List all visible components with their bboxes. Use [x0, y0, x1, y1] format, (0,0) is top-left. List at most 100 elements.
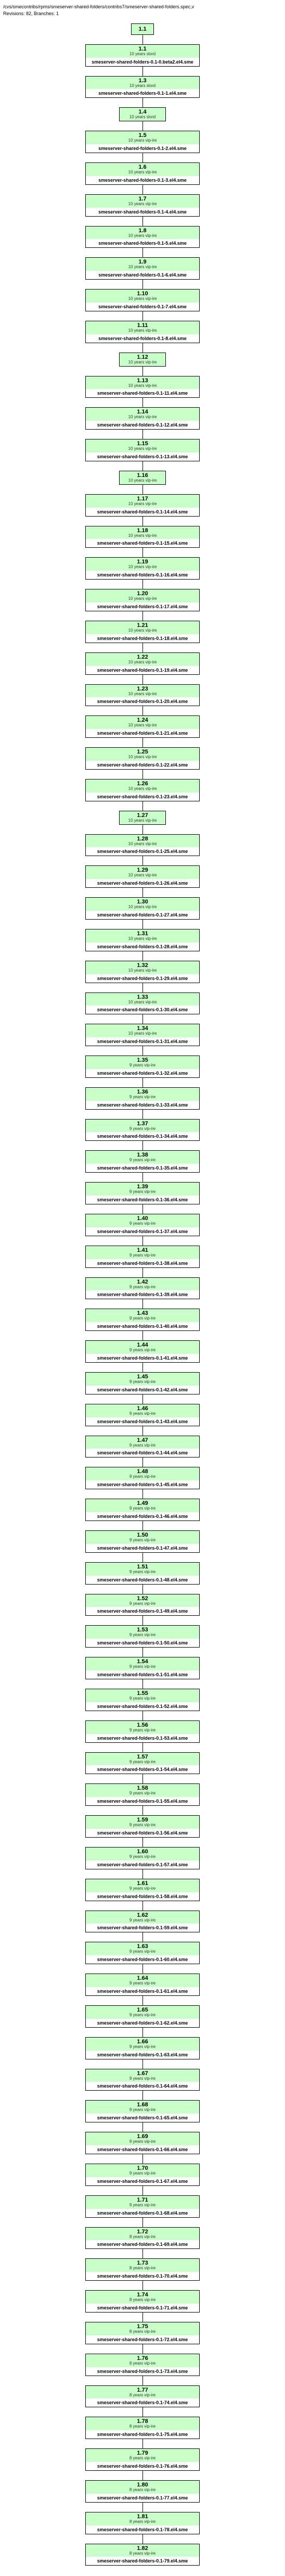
root-node-group: 1.1 [131, 23, 154, 35]
revision-node[interactable]: 1.1610 years vip-ire [119, 471, 166, 485]
revision-node[interactable]: 1.3110 years vip-iresmeserver-shared-fol… [85, 929, 200, 951]
revision-node[interactable]: 1.1910 years vip-iresmeserver-shared-fol… [85, 557, 200, 580]
revision-node[interactable]: 1.659 years vip-iresmeserver-shared-fold… [85, 2005, 200, 2028]
revision-node[interactable]: 1.369 years vip-iresmeserver-shared-fold… [85, 1087, 200, 1110]
revision-node[interactable]: 1.808 years vip-iresmeserver-shared-fold… [85, 2480, 200, 2503]
revision-node[interactable]: 1.810 years vip-iresmeserver-shared-fold… [85, 226, 200, 248]
revision-node[interactable]: 1.459 years vip-iresmeserver-shared-fold… [85, 1372, 200, 1394]
revision-node[interactable]: 1.649 years vip-iresmeserver-shared-fold… [85, 1974, 200, 1996]
revision-node[interactable]: 1.469 years vip-iresmeserver-shared-fold… [85, 1404, 200, 1426]
revision-date: 9 years vip-ire [86, 1602, 199, 1607]
revision-node[interactable]: 1.2410 years vip-iresmeserver-shared-fol… [85, 715, 200, 738]
revision-node[interactable]: 1.579 years vip-iresmeserver-shared-fold… [85, 1752, 200, 1775]
revision-node[interactable]: 1.768 years vip-iresmeserver-shared-fold… [85, 2354, 200, 2376]
revision-node[interactable]: 1.758 years vip-iresmeserver-shared-fold… [85, 2322, 200, 2344]
revision-node[interactable]: 1.778 years vip-iresmeserver-shared-fold… [85, 2385, 200, 2408]
revision-node[interactable]: 1.499 years vip-iresmeserver-shared-fold… [85, 1499, 200, 1521]
revision-node[interactable]: 1.509 years vip-iresmeserver-shared-fold… [85, 1530, 200, 1553]
revision-node[interactable]: 1.359 years vip-iresmeserver-shared-fold… [85, 1055, 200, 1078]
revision-node[interactable]: 1.449 years vip-iresmeserver-shared-fold… [85, 1340, 200, 1363]
revision-node[interactable]: 1.110 years slordsmeserver-shared-folder… [85, 44, 200, 67]
revision-node[interactable]: 1.3010 years vip-iresmeserver-shared-fol… [85, 897, 200, 920]
revision-node[interactable]: 1.798 years vip-iresmeserver-shared-fold… [85, 2448, 200, 2471]
connector [142, 2439, 143, 2448]
revision-node[interactable]: 1.828 years vip-iresmeserver-shared-fold… [85, 2544, 200, 2566]
revision-node-group: 1.3110 years vip-iresmeserver-shared-fol… [85, 929, 200, 951]
revision-node[interactable]: 1.1010 years vip-iresmeserver-shared-fol… [85, 289, 200, 311]
revision-node-group: 1.410 years slord [119, 107, 166, 121]
revision-node[interactable]: 1.310 years slordsmeserver-shared-folder… [85, 76, 200, 98]
revision-node[interactable]: 1.719 years vip-iresmeserver-shared-fold… [85, 2195, 200, 2218]
revision-node[interactable]: 1.2910 years vip-iresmeserver-shared-fol… [85, 865, 200, 888]
revision-node[interactable]: 1.479 years vip-iresmeserver-shared-fold… [85, 1436, 200, 1458]
revision-node[interactable]: 1.559 years vip-iresmeserver-shared-fold… [85, 1689, 200, 1711]
revision-node[interactable]: 1.2210 years vip-iresmeserver-shared-fol… [85, 652, 200, 675]
revision-node-group: 1.519 years vip-iresmeserver-shared-fold… [85, 1562, 200, 1585]
revision-node[interactable]: 1.669 years vip-iresmeserver-shared-fold… [85, 2037, 200, 2059]
revision-node[interactable]: 1.399 years vip-iresmeserver-shared-fold… [85, 1182, 200, 1204]
revision-node[interactable]: 1.510 years vip-iresmeserver-shared-fold… [85, 131, 200, 153]
revision-label: smeserver-shared-folders-0.1-40.el4.sme [94, 1322, 191, 1330]
revision-node[interactable]: 1.1310 years vip-iresmeserver-shared-fol… [85, 376, 200, 398]
revision-label: smeserver-shared-folders-0.1-70.el4.sme [94, 2272, 191, 2280]
revision-node[interactable]: 1.2110 years vip-iresmeserver-shared-fol… [85, 621, 200, 643]
revision-date: 10 years vip-ire [120, 819, 165, 824]
revision-node[interactable]: 1.439 years vip-iresmeserver-shared-fold… [85, 1309, 200, 1331]
revision-node[interactable]: 1.610 years vip-iresmeserver-shared-fold… [85, 162, 200, 185]
revision-node[interactable]: 1.2710 years vip-ire [119, 811, 166, 825]
revision-date: 9 years vip-ire [86, 2108, 199, 2114]
revision-node[interactable]: 1.539 years vip-iresmeserver-shared-fold… [85, 1625, 200, 1648]
revision-node[interactable]: 1.1410 years vip-iresmeserver-shared-fol… [85, 407, 200, 430]
revision-node[interactable]: 1.910 years vip-iresmeserver-shared-fold… [85, 257, 200, 280]
revision-node[interactable]: 1.2810 years vip-iresmeserver-shared-fol… [85, 834, 200, 857]
revision-node[interactable]: 1.748 years vip-iresmeserver-shared-fold… [85, 2290, 200, 2313]
revision-node[interactable]: 1.519 years vip-iresmeserver-shared-fold… [85, 1562, 200, 1585]
revision-node[interactable]: 1.3310 years vip-iresmeserver-shared-fol… [85, 992, 200, 1015]
revision-node[interactable]: 1.709 years vip-iresmeserver-shared-fold… [85, 2164, 200, 2186]
revision-node[interactable]: 1.738 years vip-iresmeserver-shared-fold… [85, 2258, 200, 2281]
revision-node[interactable]: 1.728 years vip-iresmeserver-shared-fold… [85, 2227, 200, 2250]
revision-node-group: 1.629 years vip-iresmeserver-shared-fold… [85, 1911, 200, 1933]
revision-node[interactable]: 1.429 years vip-iresmeserver-shared-fold… [85, 1277, 200, 1300]
revision-date: 9 years vip-ire [86, 1697, 199, 1702]
revision-node[interactable]: 1.679 years vip-iresmeserver-shared-fold… [85, 2069, 200, 2091]
revision-node[interactable]: 1.410 years slord [119, 107, 166, 121]
revision-node[interactable]: 1.549 years vip-iresmeserver-shared-fold… [85, 1657, 200, 1679]
revision-node[interactable]: 1.699 years vip-iresmeserver-shared-fold… [85, 2132, 200, 2154]
revision-node[interactable]: 1.1210 years vip-ire [119, 353, 166, 367]
revision-node[interactable]: 1.3410 years vip-iresmeserver-shared-fol… [85, 1024, 200, 1046]
revisions-meta: Revisions: 82, Branches: 1 [0, 10, 285, 21]
revision-node[interactable]: 1.1810 years vip-iresmeserver-shared-fol… [85, 526, 200, 548]
revision-node[interactable]: 1.788 years vip-iresmeserver-shared-fold… [85, 2417, 200, 2439]
revision-node[interactable]: 1.2010 years vip-iresmeserver-shared-fol… [85, 589, 200, 611]
revision-node[interactable]: 1.389 years vip-iresmeserver-shared-fold… [85, 1150, 200, 1173]
revision-label: smeserver-shared-folders-0.1-65.el4.sme [94, 2114, 191, 2122]
revision-node[interactable]: 1.569 years vip-iresmeserver-shared-fold… [85, 1720, 200, 1743]
revision-node[interactable]: 1.1710 years vip-iresmeserver-shared-fol… [85, 494, 200, 517]
revision-version: 1.47 [86, 1436, 199, 1443]
revision-node[interactable]: 1.2510 years vip-iresmeserver-shared-fol… [85, 747, 200, 770]
root-node[interactable]: 1.1 [131, 23, 154, 35]
revision-node[interactable]: 1.639 years vip-iresmeserver-shared-fold… [85, 1942, 200, 1964]
revision-node[interactable]: 1.619 years vip-iresmeserver-shared-fold… [85, 1879, 200, 1901]
revision-node[interactable]: 1.2610 years vip-iresmeserver-shared-fol… [85, 779, 200, 801]
revision-node[interactable]: 1.1510 years vip-iresmeserver-shared-fol… [85, 439, 200, 461]
revision-node[interactable]: 1.3210 years vip-iresmeserver-shared-fol… [85, 961, 200, 983]
revision-node[interactable]: 1.1110 years vip-iresmeserver-shared-fol… [85, 321, 200, 343]
revision-node[interactable]: 1.589 years vip-iresmeserver-shared-fold… [85, 1783, 200, 1806]
revision-node[interactable]: 1.379 years vip-iresmeserver-shared-fold… [85, 1119, 200, 1141]
revision-node[interactable]: 1.489 years vip-iresmeserver-shared-fold… [85, 1467, 200, 1489]
revision-version: 1.62 [86, 1911, 199, 1918]
connector [142, 951, 143, 961]
revision-node[interactable]: 1.629 years vip-iresmeserver-shared-fold… [85, 1911, 200, 1933]
revision-node[interactable]: 1.599 years vip-iresmeserver-shared-fold… [85, 1815, 200, 1838]
revision-node[interactable]: 1.409 years vip-iresmeserver-shared-fold… [85, 1214, 200, 1236]
revision-node[interactable]: 1.710 years vip-iresmeserver-shared-fold… [85, 194, 200, 217]
revision-node[interactable]: 1.689 years vip-iresmeserver-shared-fold… [85, 2100, 200, 2122]
revision-node-group: 1.389 years vip-iresmeserver-shared-fold… [85, 1150, 200, 1173]
revision-node[interactable]: 1.2310 years vip-iresmeserver-shared-fol… [85, 684, 200, 707]
revision-node[interactable]: 1.818 years vip-iresmeserver-shared-fold… [85, 2512, 200, 2534]
revision-node[interactable]: 1.419 years vip-iresmeserver-shared-fold… [85, 1246, 200, 1268]
revision-node[interactable]: 1.529 years vip-iresmeserver-shared-fold… [85, 1594, 200, 1616]
revision-node[interactable]: 1.609 years vip-iresmeserver-shared-fold… [85, 1847, 200, 1869]
